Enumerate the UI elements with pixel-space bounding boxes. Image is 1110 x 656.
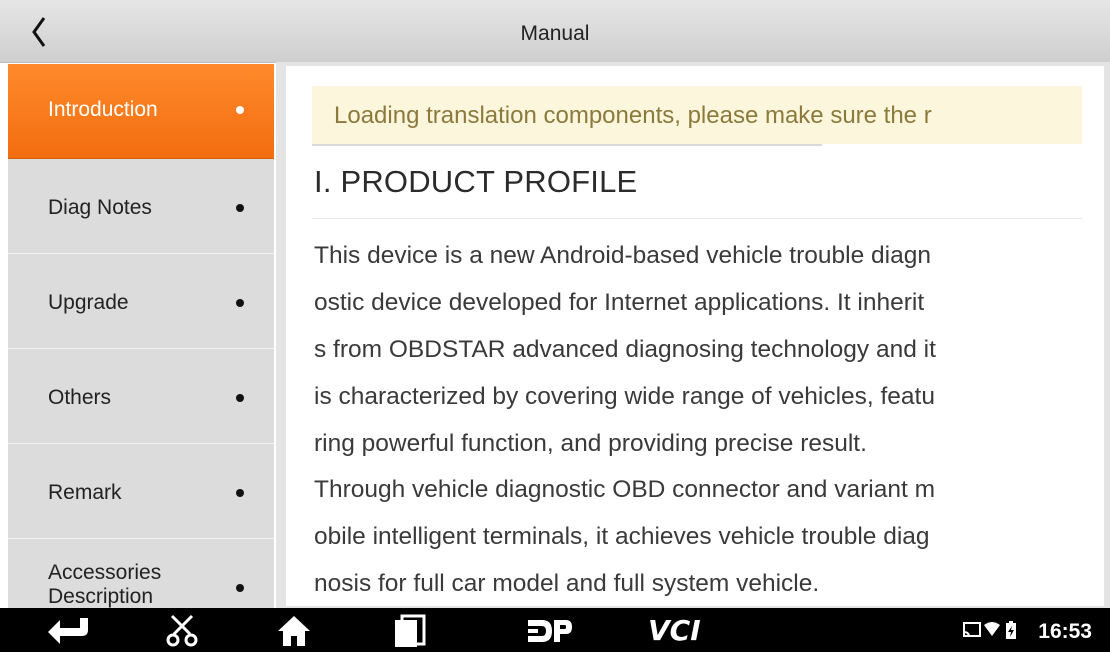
home-button[interactable] — [276, 614, 312, 653]
home-icon — [278, 616, 310, 646]
title-bar: Manual — [0, 0, 1110, 63]
sidebar-item-others[interactable]: Others — [8, 349, 274, 444]
sidebar-item-label: Introduction — [48, 98, 158, 121]
sidebar-item-label: Remark — [48, 481, 122, 504]
cast-icon — [963, 622, 981, 638]
status-icons — [962, 620, 1022, 647]
text-line: This device is a new Android-based vehic… — [314, 242, 931, 269]
clock: 16:53 — [1038, 620, 1092, 643]
sidebar-item-introduction[interactable]: Introduction — [8, 64, 274, 159]
recent-apps-icon — [395, 614, 426, 647]
text-line: is characterized by covering wide range … — [314, 383, 935, 410]
banner-divider — [312, 144, 822, 146]
text-line: ostic device developed for Internet appl… — [314, 289, 925, 316]
recent-apps-button[interactable] — [392, 614, 426, 653]
scissors-icon — [166, 614, 198, 647]
vci-logo-icon: VCI — [648, 614, 701, 647]
sidebar: Introduction Diag Notes Upgrade Others R… — [8, 64, 274, 608]
sidebar-item-diag-notes[interactable]: Diag Notes — [8, 159, 274, 254]
wifi-icon — [984, 622, 1000, 636]
heading-divider — [312, 218, 1082, 219]
text-line: nosis for full car model and full system… — [314, 570, 820, 597]
bullet-dot-icon — [236, 584, 244, 592]
bullet-dot-icon — [236, 394, 244, 402]
bullet-dot-icon — [236, 204, 244, 212]
system-navigation-bar: VCI 16:53 — [0, 608, 1110, 652]
nav-back-button[interactable] — [44, 614, 94, 651]
sidebar-item-label: Diag Notes — [48, 196, 152, 219]
text-line: Through vehicle diagnostic OBD connector… — [314, 476, 935, 503]
vci-app-button[interactable]: VCI — [646, 614, 716, 651]
translation-banner: Loading translation components, please m… — [312, 86, 1082, 144]
paragraph-obd-connector: Through vehicle diagnostic OBD connector… — [314, 466, 1084, 606]
sidebar-item-label: Upgrade — [48, 291, 129, 314]
bullet-dot-icon — [236, 489, 244, 497]
bullet-dot-icon — [236, 106, 244, 114]
text-line: obile intelligent terminals, it achieves… — [314, 523, 930, 550]
screenshot-button[interactable] — [164, 614, 200, 653]
manual-content[interactable]: Loading translation components, please m… — [286, 66, 1104, 606]
sidebar-item-label: Accessories Description — [48, 561, 162, 608]
battery-charging-icon — [1006, 621, 1016, 639]
back-arrow-icon — [48, 618, 88, 644]
page-title: Manual — [520, 22, 590, 45]
bullet-dot-icon — [236, 299, 244, 307]
sidebar-item-label: Others — [48, 386, 112, 409]
paragraph-product-profile: This device is a new Android-based vehic… — [314, 232, 1084, 467]
text-line: ring powerful function, and providing pr… — [314, 430, 867, 457]
dp-app-button[interactable] — [526, 617, 574, 650]
sidebar-item-accessories-description[interactable]: Accessories Description — [8, 539, 274, 608]
dp-logo-icon — [528, 620, 572, 642]
sidebar-item-remark[interactable]: Remark — [8, 444, 274, 539]
section-heading: I. PRODUCT PROFILE — [314, 164, 638, 199]
text-line: s from OBDSTAR advanced diagnosing techn… — [314, 336, 936, 363]
svg-text:VCI: VCI — [648, 614, 701, 646]
sidebar-item-upgrade[interactable]: Upgrade — [8, 254, 274, 349]
banner-text: Loading translation components, please m… — [334, 102, 932, 129]
